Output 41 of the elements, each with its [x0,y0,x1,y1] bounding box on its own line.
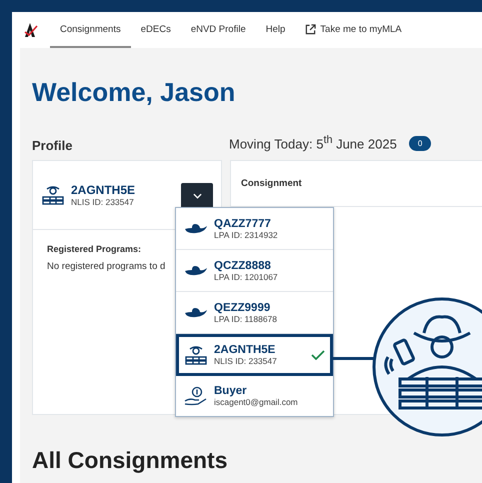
profile-option[interactable]: Buyer iscagent0@gmail.com [176,376,333,416]
section-label: Profile [32,138,74,152]
logo-icon [24,22,38,38]
option-name: QCZZ8888 [214,260,272,272]
hand-coin-icon [184,386,208,406]
external-link-icon [305,24,316,34]
nav-tab[interactable]: Help [256,12,296,48]
option-id: LPA ID: 2314932 [214,230,278,240]
programs-label: Registered Programs: [47,244,142,254]
option-id: LPA ID: 1188678 [214,314,278,324]
dropdown-button[interactable] [181,183,213,209]
chevron-down-icon [192,193,202,199]
option-name: Buyer [214,385,248,397]
profile-id: NLIS ID: 233547 [71,197,135,207]
option-id: iscagent0@gmail.com [214,397,298,407]
agent-icon [184,344,208,366]
profile-option[interactable]: QEZZ9999 LPA ID: 1188678 [176,292,333,334]
nav-tab[interactable]: eDECs [130,12,181,48]
nav-tab[interactable]: Take me to myMLA [295,12,412,48]
hat-icon [184,264,208,276]
programs-text: No registered programs to d [47,261,166,272]
profile-option[interactable]: QAZZ7777 LPA ID: 2314932 [176,208,333,250]
option-name: 2AGNTH5E [214,344,276,356]
option-name: QAZZ7777 [214,218,272,230]
profile-option[interactable]: 2AGNTH5E NLIS ID: 233547 [176,334,333,376]
option-id: LPA ID: 1201067 [214,272,278,282]
check-icon [311,350,325,360]
profile-option[interactable]: QCZZ8888 LPA ID: 1201067 [176,250,333,292]
consignment-title: Consignment [241,178,302,189]
agent-icon [41,184,65,206]
profile-name: 2AGNTH5E [71,183,136,197]
option-id: NLIS ID: 233547 [214,356,277,366]
leader-line [332,357,376,360]
hat-icon [184,222,208,234]
nav-tab[interactable]: eNVD Profile [180,12,256,48]
moving-today-label: Moving Today: 5$^{th}$ June 2025 [229,134,397,152]
hat-icon [184,306,208,318]
count-badge: 0 [408,136,432,150]
option-name: QEZZ9999 [214,302,272,314]
section-heading: All Consignments [32,447,229,474]
page-heading: Welcome, Jason [32,76,236,108]
